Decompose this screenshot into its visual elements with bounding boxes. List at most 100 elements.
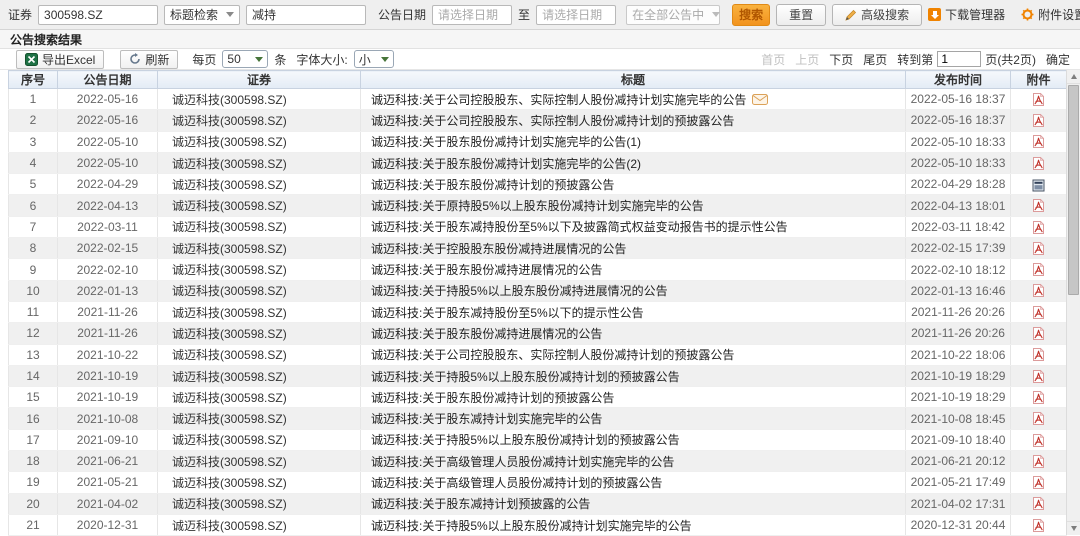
search-button[interactable]: 搜索 bbox=[732, 3, 771, 26]
scroll-down-button[interactable] bbox=[1067, 521, 1080, 535]
pdf-icon[interactable] bbox=[1032, 220, 1045, 235]
cell-title[interactable]: 诚迈科技:关于公司控股股东、实际控制人股份减持计划实施完毕的公告 bbox=[360, 88, 906, 111]
pdf-icon[interactable] bbox=[1032, 134, 1045, 149]
announcement-title[interactable]: 诚迈科技:关于股东股份减持进展情况的公告 bbox=[371, 327, 602, 341]
cell-attachment[interactable] bbox=[1010, 386, 1067, 409]
cell-title[interactable]: 诚迈科技:关于股东股份减持进展情况的公告 bbox=[360, 322, 906, 345]
cell-title[interactable]: 诚迈科技:关于控股股东股份减持进展情况的公告 bbox=[360, 237, 906, 260]
cell-attachment[interactable] bbox=[1010, 152, 1067, 175]
cell-attachment[interactable] bbox=[1010, 88, 1067, 111]
cell-title[interactable]: 诚迈科技:关于股东股份减持计划实施完毕的公告(1) bbox=[360, 131, 906, 153]
pagination-prev[interactable]: 上页 bbox=[795, 51, 819, 68]
pagination-next[interactable]: 下页 bbox=[829, 51, 853, 68]
cell-attachment[interactable] bbox=[1010, 450, 1067, 473]
cell-attachment[interactable] bbox=[1010, 258, 1067, 281]
cell-title[interactable]: 诚迈科技:关于股东减持计划实施完毕的公告 bbox=[360, 407, 906, 430]
scroll-up-button[interactable] bbox=[1067, 70, 1080, 84]
export-excel-button[interactable]: 导出Excel bbox=[16, 49, 105, 69]
vertical-scrollbar[interactable] bbox=[1066, 70, 1080, 535]
pdf-icon[interactable] bbox=[1032, 305, 1045, 320]
cell-title[interactable]: 诚迈科技:关于持股5%以上股东股份减持进展情况的公告 bbox=[360, 280, 906, 302]
pdf-icon[interactable] bbox=[1032, 496, 1045, 511]
cell-attachment[interactable] bbox=[1010, 514, 1067, 536]
cell-attachment[interactable] bbox=[1010, 237, 1067, 260]
announcement-title[interactable]: 诚迈科技:关于股东减持股份至5%以下的提示性公告 bbox=[371, 306, 644, 320]
announcement-title[interactable]: 诚迈科技:关于股东减持股份至5%以下及披露简式权益变动报告书的提示性公告 bbox=[371, 220, 788, 234]
announcement-title[interactable]: 诚迈科技:关于股东减持计划实施完毕的公告 bbox=[371, 412, 602, 426]
cell-title[interactable]: 诚迈科技:关于高级管理人员股份减持计划的预披露公告 bbox=[360, 471, 906, 494]
cell-title[interactable]: 诚迈科技:关于持股5%以上股东股份减持计划实施完毕的公告 bbox=[360, 514, 906, 536]
cell-title[interactable]: 诚迈科技:关于股东股份减持计划的预披露公告 bbox=[360, 386, 906, 409]
announcement-title[interactable]: 诚迈科技:关于持股5%以上股东股份减持计划的预披露公告 bbox=[371, 370, 680, 384]
announcement-title[interactable]: 诚迈科技:关于控股股东股份减持进展情况的公告 bbox=[371, 242, 626, 256]
cell-title[interactable]: 诚迈科技:关于股东减持股份至5%以下及披露简式权益变动报告书的提示性公告 bbox=[360, 216, 906, 239]
cell-attachment[interactable] bbox=[1010, 407, 1067, 430]
doc-attachment-icon[interactable] bbox=[1032, 179, 1045, 192]
cell-title[interactable]: 诚迈科技:关于持股5%以上股东股份减持计划的预披露公告 bbox=[360, 429, 906, 452]
pdf-icon[interactable] bbox=[1032, 198, 1045, 213]
cell-title[interactable]: 诚迈科技:关于股东股份减持进展情况的公告 bbox=[360, 258, 906, 281]
pdf-icon[interactable] bbox=[1032, 241, 1045, 256]
announcement-title[interactable]: 诚迈科技:关于公司控股股东、实际控制人股份减持计划的预披露公告 bbox=[371, 114, 734, 128]
cell-title[interactable]: 诚迈科技:关于股东股份减持计划实施完毕的公告(2) bbox=[360, 152, 906, 175]
refresh-button[interactable]: 刷新 bbox=[120, 49, 179, 69]
announcement-title[interactable]: 诚迈科技:关于原持股5%以上股东股份减持计划实施完毕的公告 bbox=[371, 199, 704, 213]
pagination-first[interactable]: 首页 bbox=[761, 51, 785, 68]
cell-attachment[interactable] bbox=[1010, 173, 1067, 196]
cell-title[interactable]: 诚迈科技:关于股东股份减持计划的预披露公告 bbox=[360, 173, 906, 196]
announcement-title[interactable]: 诚迈科技:关于股东减持计划预披露的公告 bbox=[371, 497, 590, 511]
cell-title[interactable]: 诚迈科技:关于公司控股股东、实际控制人股份减持计划的预披露公告 bbox=[360, 344, 906, 366]
announcement-title[interactable]: 诚迈科技:关于股东股份减持计划的预披露公告 bbox=[371, 391, 614, 405]
goto-confirm-button[interactable]: 确定 bbox=[1046, 51, 1070, 68]
cell-attachment[interactable] bbox=[1010, 429, 1067, 452]
security-input[interactable] bbox=[38, 4, 159, 25]
pdf-icon[interactable] bbox=[1032, 326, 1045, 341]
announcement-title[interactable]: 诚迈科技:关于股东股份减持计划实施完毕的公告(2) bbox=[371, 157, 641, 171]
pdf-icon[interactable] bbox=[1032, 475, 1045, 490]
pdf-icon[interactable] bbox=[1032, 92, 1045, 107]
cell-title[interactable]: 诚迈科技:关于持股5%以上股东股份减持计划的预披露公告 bbox=[360, 365, 906, 388]
cell-attachment[interactable] bbox=[1010, 301, 1067, 324]
announcement-title[interactable]: 诚迈科技:关于高级管理人员股份减持计划的预披露公告 bbox=[371, 476, 662, 490]
cell-title[interactable]: 诚迈科技:关于股东减持股份至5%以下的提示性公告 bbox=[360, 301, 906, 324]
title-search-select[interactable]: 标题检索 bbox=[164, 4, 241, 25]
pdf-icon[interactable] bbox=[1032, 262, 1045, 277]
scope-select[interactable]: 在全部公告中 bbox=[626, 4, 721, 25]
download-manager-button[interactable]: 下载管理器 bbox=[928, 6, 1005, 23]
pdf-icon[interactable] bbox=[1032, 433, 1045, 448]
pdf-icon[interactable] bbox=[1032, 113, 1045, 128]
cell-attachment[interactable] bbox=[1010, 322, 1067, 345]
attachment-settings-button[interactable]: 附件设置 bbox=[1021, 6, 1080, 23]
cell-attachment[interactable] bbox=[1010, 344, 1067, 366]
announcement-title[interactable]: 诚迈科技:关于高级管理人员股份减持计划实施完毕的公告 bbox=[371, 455, 674, 469]
cell-attachment[interactable] bbox=[1010, 493, 1067, 515]
announcement-title[interactable]: 诚迈科技:关于持股5%以上股东股份减持进展情况的公告 bbox=[371, 284, 668, 298]
announcement-title[interactable]: 诚迈科技:关于持股5%以上股东股份减持计划实施完毕的公告 bbox=[371, 519, 692, 533]
date-to-input[interactable] bbox=[536, 4, 617, 25]
pdf-icon[interactable] bbox=[1032, 390, 1045, 405]
pdf-icon[interactable] bbox=[1032, 347, 1045, 362]
pdf-icon[interactable] bbox=[1032, 283, 1045, 298]
cell-attachment[interactable] bbox=[1010, 280, 1067, 302]
per-page-select[interactable]: 50 bbox=[222, 50, 269, 68]
cell-attachment[interactable] bbox=[1010, 131, 1067, 153]
keyword-input[interactable] bbox=[246, 4, 367, 25]
announcement-title[interactable]: 诚迈科技:关于公司控股股东、实际控制人股份减持计划的预披露公告 bbox=[371, 348, 734, 362]
font-size-select[interactable]: 小 bbox=[353, 50, 394, 68]
cell-title[interactable]: 诚迈科技:关于股东减持计划预披露的公告 bbox=[360, 493, 906, 515]
announcement-title[interactable]: 诚迈科技:关于股东股份减持计划实施完毕的公告(1) bbox=[371, 135, 641, 149]
cell-title[interactable]: 诚迈科技:关于高级管理人员股份减持计划实施完毕的公告 bbox=[360, 450, 906, 473]
cell-attachment[interactable] bbox=[1010, 365, 1067, 388]
cell-attachment[interactable] bbox=[1010, 471, 1067, 494]
advanced-search-button[interactable]: 高级搜索 bbox=[832, 3, 923, 26]
goto-page-input[interactable] bbox=[937, 51, 982, 67]
announcement-title[interactable]: 诚迈科技:关于股东股份减持进展情况的公告 bbox=[371, 263, 602, 277]
announcement-title[interactable]: 诚迈科技:关于公司控股股东、实际控制人股份减持计划实施完毕的公告 bbox=[371, 93, 746, 107]
pdf-icon[interactable] bbox=[1032, 411, 1045, 426]
scrollbar-thumb[interactable] bbox=[1068, 85, 1079, 295]
cell-attachment[interactable] bbox=[1010, 216, 1067, 239]
cell-attachment[interactable] bbox=[1010, 194, 1067, 217]
pdf-icon[interactable] bbox=[1032, 156, 1045, 171]
cell-attachment[interactable] bbox=[1010, 109, 1067, 132]
announcement-title[interactable]: 诚迈科技:关于股东股份减持计划的预披露公告 bbox=[371, 178, 614, 192]
